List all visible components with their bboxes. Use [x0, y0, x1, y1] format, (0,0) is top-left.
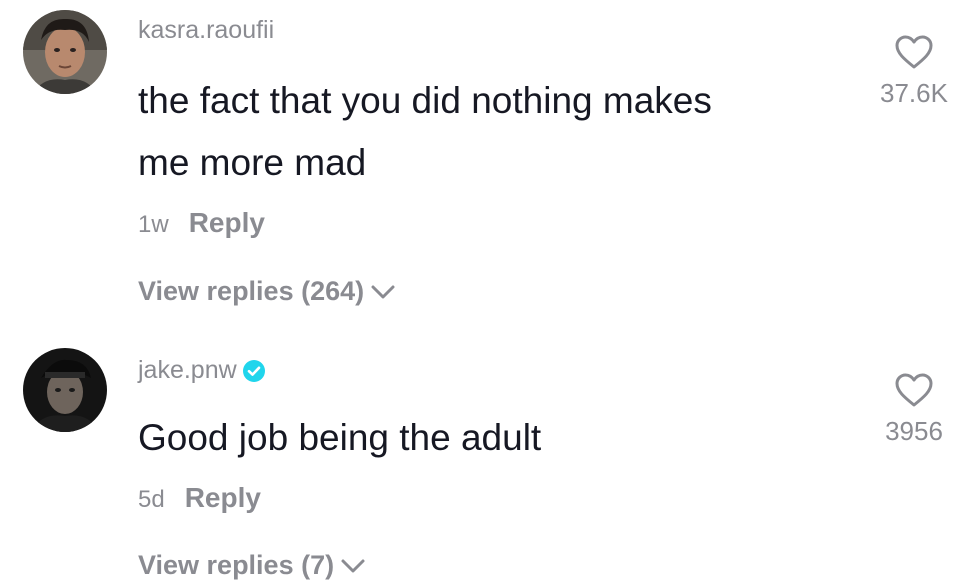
comment-text-line: me more mad: [138, 142, 367, 183]
avatar[interactable]: [23, 348, 107, 432]
like-button[interactable]: 3956: [866, 372, 962, 447]
comment-text-line: the fact that you did nothing makes: [138, 80, 712, 121]
view-replies-button[interactable]: View replies (7): [138, 550, 366, 581]
like-count: 3956: [885, 416, 943, 446]
view-replies-button[interactable]: View replies (264): [138, 276, 396, 307]
view-replies-label: View replies (7): [138, 550, 335, 580]
comment-meta: 1w Reply: [138, 207, 265, 239]
heart-outline-icon: [895, 35, 933, 69]
username[interactable]: jake.pnw: [138, 356, 265, 385]
like-button[interactable]: 37.6K: [866, 34, 962, 109]
chevron-down-icon: [341, 559, 365, 572]
avatar[interactable]: [23, 10, 107, 94]
comment-item: kasra.raoufii the fact that you did noth…: [0, 0, 980, 330]
timestamp: 1w: [138, 211, 169, 238]
view-replies-label: View replies (264): [138, 276, 365, 306]
username[interactable]: kasra.raoufii: [138, 16, 274, 45]
chevron-down-icon: [371, 285, 395, 298]
username-text: jake.pnw: [138, 356, 237, 384]
verified-check-icon: [242, 359, 265, 382]
like-count: 37.6K: [880, 78, 948, 108]
comment-meta: 5d Reply: [138, 482, 261, 514]
timestamp: 5d: [138, 486, 165, 513]
reply-button[interactable]: Reply: [189, 207, 265, 239]
comment-item: jake.pnw Good job being the adult 5d Rep…: [0, 340, 980, 586]
reply-button[interactable]: Reply: [185, 482, 261, 514]
comment-text-line: Good job being the adult: [138, 417, 542, 458]
username-text: kasra.raoufii: [138, 16, 275, 44]
heart-outline-icon: [895, 373, 933, 407]
comment-text: the fact that you did nothing makes me m…: [138, 70, 838, 194]
comment-text: Good job being the adult: [138, 407, 838, 469]
